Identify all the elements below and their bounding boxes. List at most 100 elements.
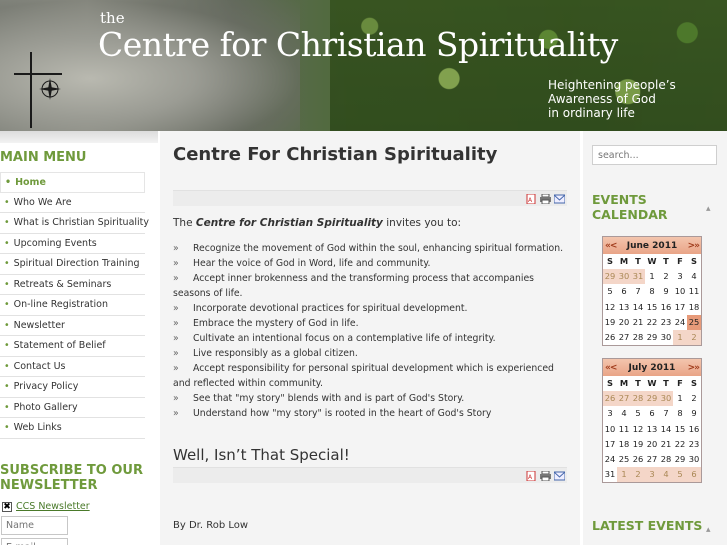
calendar-day[interactable]: 23 — [659, 315, 673, 330]
calendar-day[interactable]: 11 — [617, 422, 631, 437]
calendar-day[interactable]: 5 — [673, 467, 687, 483]
email-icon[interactable] — [554, 471, 565, 481]
calendar-day[interactable]: 21 — [631, 315, 645, 330]
calendar-day[interactable]: 14 — [659, 422, 673, 437]
prev-month-button[interactable]: «< — [605, 241, 617, 251]
calendar-day[interactable]: 17 — [603, 437, 617, 452]
calendar-day[interactable]: 9 — [687, 406, 701, 421]
calendar-day[interactable]: 12 — [603, 300, 617, 315]
menu-item[interactable]: • Who We Are — [0, 193, 145, 213]
newsletter-link[interactable]: CCS Newsletter — [16, 501, 90, 512]
calendar-day[interactable]: 24 — [603, 452, 617, 467]
calendar-day[interactable]: 25 — [687, 314, 701, 330]
search-input[interactable] — [592, 145, 717, 165]
calendar-day[interactable]: 3 — [645, 467, 659, 483]
menu-item[interactable]: • Home — [0, 172, 145, 193]
menu-item[interactable]: • Retreats & Seminars — [0, 275, 145, 295]
calendar-day[interactable]: 2 — [659, 269, 673, 284]
menu-item[interactable]: • Upcoming Events — [0, 234, 145, 254]
calendar-day[interactable]: 23 — [687, 437, 701, 452]
calendar-day[interactable]: 28 — [659, 452, 673, 467]
calendar-day[interactable]: 20 — [645, 437, 659, 452]
calendar-day[interactable]: 12 — [631, 422, 645, 437]
calendar-day[interactable]: 1 — [645, 269, 659, 284]
menu-item[interactable]: • Photo Gallery — [0, 398, 145, 418]
calendar-day[interactable]: 26 — [631, 452, 645, 467]
menu-item[interactable]: • What is Christian Spirituality — [0, 213, 149, 234]
calendar-day[interactable]: 17 — [673, 300, 687, 315]
calendar-day[interactable]: 13 — [645, 422, 659, 437]
calendar-day[interactable]: 16 — [659, 300, 673, 315]
calendar-day[interactable]: 11 — [687, 284, 701, 299]
calendar-day[interactable]: 19 — [631, 437, 645, 452]
calendar-day[interactable]: 19 — [603, 315, 617, 330]
calendar-day[interactable]: 30 — [687, 452, 701, 467]
calendar-day[interactable]: 30 — [659, 330, 673, 345]
calendar-day[interactable]: 2 — [631, 467, 645, 483]
calendar-day[interactable]: 22 — [673, 437, 687, 452]
calendar-day[interactable]: 4 — [659, 467, 673, 483]
calendar-day[interactable]: 1 — [617, 467, 631, 483]
calendar-day[interactable]: 16 — [687, 422, 701, 437]
calendar-day[interactable]: 28 — [631, 391, 645, 407]
calendar-day[interactable]: 30 — [617, 269, 631, 285]
calendar-day[interactable]: 2 — [687, 329, 701, 346]
name-field[interactable] — [1, 516, 68, 535]
calendar-day[interactable]: 26 — [603, 330, 617, 345]
calendar-day[interactable]: 20 — [617, 315, 631, 330]
calendar-day[interactable]: 31 — [631, 269, 645, 285]
calendar-day[interactable]: 27 — [645, 452, 659, 467]
calendar-day[interactable]: 3 — [673, 269, 687, 284]
collapse-icon[interactable]: ▴ — [706, 525, 711, 535]
calendar-day[interactable]: 28 — [631, 330, 645, 345]
calendar-day[interactable]: 4 — [617, 406, 631, 421]
calendar-day[interactable]: 14 — [631, 300, 645, 315]
pdf-icon[interactable]: A — [526, 471, 537, 481]
pdf-icon[interactable]: A — [526, 194, 537, 204]
calendar-day[interactable]: 13 — [617, 300, 631, 315]
calendar-day[interactable]: 7 — [631, 284, 645, 299]
print-icon[interactable] — [540, 471, 551, 481]
print-icon[interactable] — [540, 194, 551, 204]
calendar-day[interactable]: 29 — [603, 269, 617, 285]
calendar-day[interactable]: 9 — [659, 284, 673, 299]
calendar-day[interactable]: 4 — [687, 269, 701, 284]
calendar-day[interactable]: 29 — [645, 330, 659, 345]
calendar-day[interactable]: 30 — [659, 391, 673, 407]
menu-item[interactable]: • Spiritual Direction Training — [0, 254, 145, 275]
email-field[interactable] — [1, 538, 68, 545]
calendar-day[interactable]: 5 — [603, 284, 617, 299]
calendar-day[interactable]: 21 — [659, 437, 673, 452]
calendar-day[interactable]: 6 — [687, 467, 701, 483]
calendar-day[interactable]: 18 — [617, 437, 631, 452]
calendar-day[interactable]: 10 — [603, 422, 617, 437]
calendar-day[interactable]: 5 — [631, 406, 645, 421]
calendar-day[interactable]: 1 — [673, 391, 687, 406]
menu-item[interactable]: • Web Links — [0, 418, 145, 439]
calendar-day[interactable]: 29 — [645, 391, 659, 407]
calendar-day[interactable]: 3 — [603, 406, 617, 421]
menu-item[interactable]: • Statement of Belief — [0, 336, 145, 357]
calendar-day[interactable]: 15 — [645, 300, 659, 315]
calendar-day[interactable]: 27 — [617, 330, 631, 345]
calendar-day[interactable]: 6 — [617, 284, 631, 299]
calendar-day[interactable]: 15 — [673, 422, 687, 437]
calendar-day[interactable]: 7 — [659, 406, 673, 421]
menu-item[interactable]: • Newsletter — [0, 316, 145, 336]
calendar-day[interactable]: 1 — [673, 329, 687, 346]
calendar-day[interactable]: 29 — [673, 452, 687, 467]
calendar-day[interactable]: 8 — [645, 284, 659, 299]
site-title[interactable]: Centre for Christian Spirituality — [98, 25, 618, 64]
email-icon[interactable] — [554, 194, 565, 204]
calendar-day[interactable]: 24 — [673, 315, 687, 330]
calendar-day[interactable]: 10 — [673, 284, 687, 299]
calendar-day[interactable]: 25 — [617, 452, 631, 467]
menu-item[interactable]: • Privacy Policy — [0, 377, 145, 398]
menu-item[interactable]: • On-line Registration — [0, 295, 145, 316]
calendar-day[interactable]: 26 — [603, 391, 617, 407]
calendar-day[interactable]: 2 — [687, 391, 701, 406]
calendar-day[interactable]: 18 — [687, 300, 701, 315]
prev-month-button[interactable]: «< — [605, 363, 617, 373]
calendar-day[interactable]: 27 — [617, 391, 631, 407]
next-month-button[interactable]: >» — [688, 241, 700, 251]
